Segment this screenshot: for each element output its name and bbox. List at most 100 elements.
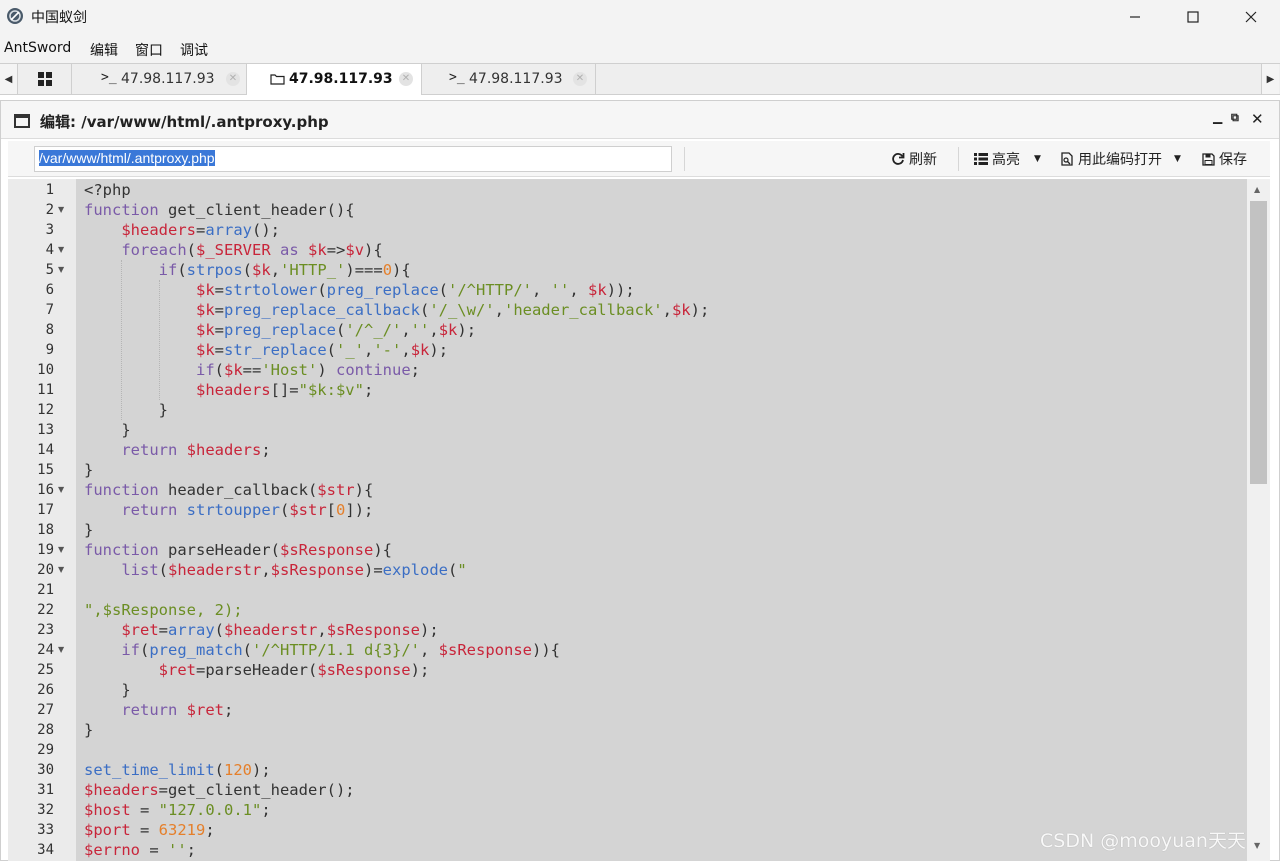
scrollbar-thumb[interactable]: [1250, 201, 1267, 484]
line-number: 15: [37, 462, 54, 478]
terminal-icon: >_: [101, 70, 117, 85]
code-line: }: [84, 721, 94, 739]
line-number: 29: [37, 742, 54, 758]
line-number: 23: [37, 622, 54, 638]
refresh-label: 刷新: [909, 152, 937, 168]
editor-toolbar: /var/www/html/.antproxy.php 刷新 高亮 ▼ 用此编码…: [8, 141, 1270, 177]
line-number-gutter: 1 2 ▼ 3 4 ▼ 5 ▼ 6 7 8 9 10 11 12 13 14 15 16 ▼ 17 18 19 ▼ 20 ▼ 21 2…: [8, 179, 76, 861]
tab-scroll-right-button[interactable]: ▶: [1261, 64, 1279, 94]
scroll-down-icon[interactable]: ▼: [1254, 841, 1260, 850]
fold-toggle-icon[interactable]: ▼: [58, 260, 64, 280]
fold-toggle-icon[interactable]: ▼: [58, 540, 64, 560]
line-number: 1: [45, 182, 54, 198]
code-line: }: [84, 421, 131, 439]
panel-minimize-button[interactable]: ▁: [1213, 110, 1222, 124]
tab-label: 47.98.117.93: [289, 71, 393, 87]
refresh-button[interactable]: 刷新: [891, 149, 937, 169]
open-with-encoding-label: 用此编码打开: [1078, 152, 1162, 168]
fold-toggle-icon[interactable]: ▼: [58, 200, 64, 220]
code-line: }: [84, 681, 131, 699]
menu-window[interactable]: 窗口: [135, 40, 163, 60]
indent-guide: [158, 280, 160, 400]
tab-label: 47.98.117.93: [469, 71, 563, 87]
tab-label: 47.98.117.93: [121, 71, 215, 87]
toolbar-divider: [958, 147, 959, 171]
code-line: }: [84, 461, 94, 479]
close-icon: [1245, 11, 1257, 22]
code-line: $k=strtolower(preg_replace('/^HTTP/', ''…: [195, 281, 635, 299]
line-number: 6: [45, 282, 54, 298]
tab-file-editor[interactable]: 47.98.117.93 ✕: [247, 64, 422, 95]
line-number: 17: [37, 502, 54, 518]
line-number: 4: [45, 242, 54, 258]
vertical-scrollbar[interactable]: ▲ ▼: [1247, 179, 1270, 861]
code-line: function get_client_header(){: [84, 201, 355, 219]
line-number: 11: [37, 382, 54, 398]
code-line: set_time_limit(120);: [84, 761, 271, 779]
fold-toggle-icon[interactable]: ▼: [58, 560, 64, 580]
window-icon: [14, 114, 30, 128]
line-number: 27: [37, 702, 54, 718]
code-line: return strtoupper($str[0]);: [121, 501, 374, 519]
line-number: 8: [45, 322, 54, 338]
code-line: $ret=parseHeader($sResponse);: [158, 661, 430, 679]
code-line: }: [84, 401, 168, 419]
fold-toggle-icon[interactable]: ▼: [58, 480, 64, 500]
code-line: $k=str_replace('_','-',$k);: [195, 341, 449, 359]
close-window-button[interactable]: [1222, 0, 1280, 33]
caret-left-icon: ◀: [4, 73, 13, 85]
menu-debug[interactable]: 调试: [180, 40, 208, 60]
tab-close-icon[interactable]: ✕: [399, 72, 413, 86]
save-button[interactable]: 保存: [1202, 149, 1247, 169]
watermark: CSDN @mooyuan天天: [1040, 830, 1246, 852]
menu-antsword[interactable]: AntSword: [4, 40, 71, 56]
tab-terminal-1[interactable]: >_ 47.98.117.93 ✕: [72, 64, 247, 94]
line-number: 30: [37, 762, 54, 778]
tab-terminal-2[interactable]: >_ 47.98.117.93 ✕: [422, 64, 596, 94]
caret-right-icon: ▶: [1266, 73, 1275, 85]
code-editor[interactable]: 1 2 ▼ 3 4 ▼ 5 ▼ 6 7 8 9 10 11 12 13 14 15 16 ▼ 17 18 19 ▼ 20 ▼ 21 2…: [8, 179, 1270, 861]
maximize-button[interactable]: [1164, 0, 1222, 33]
code-line: $k=preg_replace_callback('/_\w/','header…: [195, 301, 710, 319]
code-line: $ret=array($headerstr,$sResponse);: [121, 621, 439, 639]
toolbar-divider: [684, 147, 685, 171]
code-line: return $headers;: [121, 441, 271, 459]
line-number: 9: [45, 342, 54, 358]
line-number: 28: [37, 722, 54, 738]
code-line: function header_callback($str){: [84, 481, 374, 499]
highlight-label: 高亮: [992, 152, 1020, 168]
code-line: ",$sResponse, 2);: [84, 601, 243, 619]
panel-close-button[interactable]: ✕: [1251, 110, 1264, 128]
tab-scroll-left-button[interactable]: ◀: [0, 64, 18, 94]
fold-toggle-icon[interactable]: ▼: [58, 640, 64, 660]
line-number: 2: [45, 202, 54, 218]
tab-close-icon[interactable]: ✕: [573, 72, 587, 86]
antsword-logo-icon: [7, 8, 23, 24]
line-number: 21: [37, 582, 54, 598]
menu-edit[interactable]: 编辑: [90, 40, 118, 60]
open-with-encoding-dropdown[interactable]: 用此编码打开 ▼: [1060, 149, 1181, 169]
fold-toggle-icon[interactable]: ▼: [58, 240, 64, 260]
code-line: $errno = '';: [84, 841, 197, 859]
minimize-button[interactable]: [1106, 0, 1164, 33]
tab-close-icon[interactable]: ✕: [226, 72, 240, 86]
code-line: function parseHeader($sResponse){: [84, 541, 392, 559]
line-number: 7: [45, 302, 54, 318]
highlight-dropdown[interactable]: 高亮 ▼: [974, 149, 1041, 169]
line-number: 31: [37, 782, 54, 798]
panel-restore-button[interactable]: ⧉: [1231, 111, 1239, 125]
path-input[interactable]: /var/www/html/.antproxy.php: [34, 146, 672, 172]
terminal-icon: >_: [449, 70, 465, 85]
tab-home[interactable]: [18, 64, 72, 94]
line-number: 34: [37, 842, 54, 858]
window-title: 中国蚁剑: [31, 10, 87, 26]
code-line: if(strpos($k,'HTTP_')===0){: [158, 261, 411, 279]
line-number: 20: [37, 562, 54, 578]
code-area[interactable]: <?php function get_client_header(){ $head…: [76, 179, 1247, 861]
minimize-icon: ▁: [1213, 110, 1223, 124]
line-number: 32: [37, 802, 54, 818]
line-number: 26: [37, 682, 54, 698]
code-line: $headers=array();: [121, 221, 280, 239]
line-number: 3: [45, 222, 54, 238]
scroll-up-icon[interactable]: ▲: [1254, 185, 1260, 194]
